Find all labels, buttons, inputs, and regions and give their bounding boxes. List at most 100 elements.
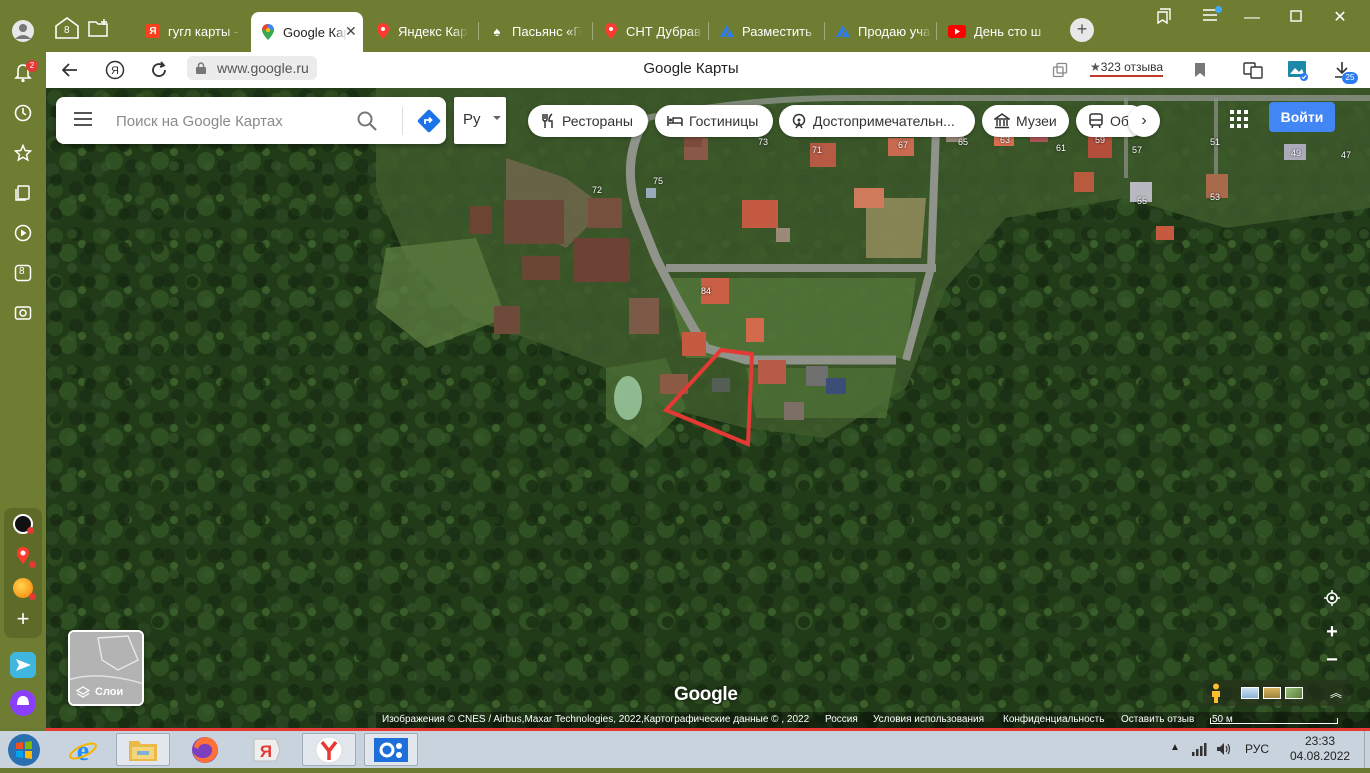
video-play-icon[interactable] [8, 218, 38, 248]
volume-icon[interactable] [1216, 742, 1232, 759]
chip-label: Об [1110, 113, 1129, 129]
start-button[interactable] [6, 732, 42, 768]
reload-icon[interactable] [147, 58, 171, 82]
downloads-icon[interactable]: 25 [1330, 58, 1358, 84]
tab-4-label: СНТ Дубрав [626, 23, 701, 39]
privacy-link[interactable]: Конфиденциальность [1003, 712, 1104, 728]
search-icon[interactable] [356, 110, 378, 132]
house-number-label: 55 [1137, 196, 1148, 206]
notifications-bell-icon[interactable]: 2 [8, 58, 38, 88]
zoom-out-button[interactable]: − [1318, 646, 1346, 674]
chip-museums[interactable]: Музеи [982, 105, 1069, 137]
new-tab-group-icon[interactable] [88, 18, 110, 38]
alice-app-icon[interactable] [13, 514, 34, 534]
thumbnail-imagery-1[interactable] [1241, 687, 1259, 699]
new-tab-button[interactable]: + [1070, 18, 1094, 42]
file-explorer-icon[interactable] [116, 733, 170, 766]
language-selector[interactable]: Ру [454, 97, 506, 144]
chevron-up-icon[interactable]: ︽ [1330, 684, 1342, 701]
reviews-link[interactable]: ★323 отзыва [1090, 60, 1164, 77]
hamburger-menu-icon[interactable] [74, 112, 92, 126]
clock[interactable]: 23:33 04.08.2022 [1290, 734, 1350, 764]
thumbnail-imagery-2[interactable] [1263, 687, 1281, 699]
layers-label-group: Слои [76, 686, 123, 698]
museum-icon [994, 113, 1010, 129]
alice-assistant-icon[interactable] [8, 688, 38, 718]
yandex-launcher-icon[interactable]: Я [240, 733, 294, 766]
google-apps-grid-icon[interactable] [1230, 110, 1248, 128]
history-clock-icon[interactable] [8, 98, 38, 128]
chip-hotels[interactable]: Гостиницы [655, 105, 773, 137]
tabs-count: 8 [19, 266, 25, 277]
bookmarks-star-icon[interactable] [8, 138, 38, 168]
house-number-label: 47 [1341, 150, 1352, 160]
internet-explorer-icon[interactable]: e [56, 733, 110, 766]
network-signal-icon[interactable] [1192, 742, 1208, 759]
screenshot-icon[interactable] [8, 298, 38, 328]
yandex-browser-icon[interactable] [302, 733, 356, 766]
tab-counter-icon[interactable]: 8 [54, 16, 80, 40]
messenger-icon[interactable] [8, 650, 38, 680]
chips-next-chevron-icon[interactable]: › [1128, 105, 1160, 137]
collections-icon[interactable] [8, 178, 38, 208]
input-language-indicator[interactable]: РУС [1245, 742, 1269, 756]
browser-menu-icon[interactable] [1200, 6, 1222, 28]
back-arrow-icon[interactable] [58, 58, 82, 82]
satellite-imagery[interactable] [46, 88, 1370, 728]
tray-expand-icon[interactable]: ▲ [1170, 742, 1180, 753]
image-extension-icon[interactable] [1286, 58, 1310, 82]
tab-5[interactable]: Разместить [720, 14, 820, 48]
show-desktop-button[interactable] [1364, 731, 1370, 768]
tab-3[interactable]: ♠ Пасьянс «Го [490, 14, 582, 48]
tab-4[interactable]: СНТ Дубрав [604, 14, 704, 48]
house-number-label: 71 [812, 145, 823, 155]
house-number-label: 84 [701, 286, 712, 296]
profile-avatar-icon[interactable] [8, 16, 38, 46]
tab-2[interactable]: Яндекс Карты [376, 14, 468, 48]
sign-in-button[interactable]: Войти [1269, 102, 1335, 132]
map-search-input[interactable] [116, 109, 336, 133]
satellite-map[interactable]: 73 71 67 65 63 61 59 57 51 49 47 72 75 5… [46, 88, 1370, 728]
tab-7[interactable]: День сто ш [948, 14, 1050, 48]
house-number-label: 57 [1132, 145, 1143, 155]
feedback-link[interactable]: Оставить отзыв [1121, 712, 1194, 728]
tab-6[interactable]: Продаю уча [836, 14, 932, 48]
zen-app-icon[interactable] [13, 578, 36, 600]
tab-1-active[interactable]: Google Карты ✕ [251, 12, 363, 52]
minimize-window-icon[interactable]: — [1242, 8, 1262, 28]
url-field[interactable]: www.google.ru [187, 56, 317, 80]
layers-toggle[interactable]: Слои [68, 630, 144, 706]
tab-0[interactable]: Я гугл карты - [146, 14, 241, 48]
pegman-icon[interactable] [1209, 683, 1223, 703]
firefox-icon[interactable] [178, 733, 232, 766]
translate-icon[interactable] [1241, 58, 1265, 82]
layers-label: Слои [95, 686, 124, 698]
thumbnail-imagery-3[interactable] [1285, 687, 1303, 699]
map-pin-icon [376, 23, 390, 39]
copy-link-icon[interactable] [1048, 58, 1072, 82]
chip-attractions[interactable]: Достопримечательн... [779, 105, 975, 137]
close-window-icon[interactable]: ✕ [1330, 8, 1350, 28]
country-link[interactable]: Россия [825, 712, 858, 728]
google-maps-icon [261, 24, 275, 40]
bed-icon [667, 113, 683, 129]
bookmark-flag-icon[interactable] [1188, 58, 1212, 82]
bookmark-manager-icon[interactable] [1154, 8, 1174, 28]
close-tab-icon[interactable]: ✕ [345, 23, 357, 40]
yandex-maps-app-icon[interactable] [13, 546, 36, 568]
house-number-label: 51 [1210, 137, 1221, 147]
maximize-window-icon[interactable] [1286, 8, 1306, 28]
side-apps-group: + [4, 508, 42, 638]
scale-bar[interactable] [1210, 718, 1338, 724]
zoom-in-button[interactable]: + [1318, 618, 1346, 646]
yandex-home-icon[interactable]: Я [103, 58, 127, 82]
directions-icon[interactable] [417, 109, 441, 133]
add-app-icon[interactable]: + [13, 608, 33, 630]
my-location-icon[interactable] [1318, 588, 1346, 616]
terms-link[interactable]: Условия использования [873, 712, 984, 728]
ok-icon[interactable] [364, 733, 418, 766]
url-text: www.google.ru [217, 60, 309, 76]
tabs-count-icon[interactable]: 8 [8, 258, 38, 288]
tab-0-label: гугл карты - [168, 23, 239, 39]
chip-restaurants[interactable]: Рестораны [528, 105, 648, 137]
